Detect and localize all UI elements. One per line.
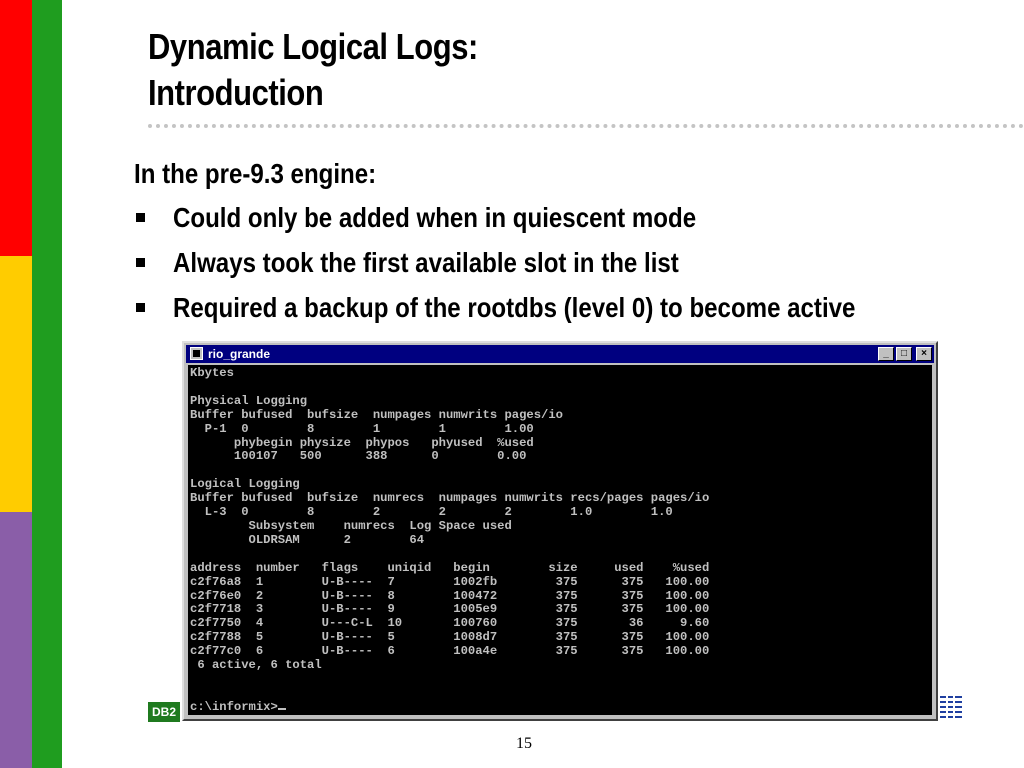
bullet-square-icon — [136, 303, 145, 312]
bullet-square-icon — [136, 258, 145, 267]
maximize-button[interactable]: □ — [896, 347, 912, 361]
window-title: rio_grande — [208, 347, 271, 361]
stripe-purple — [0, 512, 32, 768]
db2-logo: DB2 — [148, 702, 180, 722]
console-system-icon[interactable] — [190, 347, 203, 360]
stripe-yellow — [0, 256, 32, 512]
bullet-text: Always took the first available slot in … — [173, 247, 679, 278]
intro-text: In the pre-9.3 engine: — [134, 158, 377, 189]
bullet-text: Could only be added when in quiescent mo… — [173, 202, 697, 233]
console-output[interactable]: Kbytes Physical Logging Buffer bufused b… — [188, 365, 932, 715]
slide-title-line1: Dynamic Logical Logs: — [148, 26, 478, 67]
close-button[interactable]: × — [916, 347, 932, 361]
console-text: Kbytes Physical Logging Buffer bufused b… — [190, 366, 710, 714]
bullet-text: Required a backup of the rootdbs (level … — [173, 292, 856, 323]
minimize-button[interactable]: _ — [878, 347, 894, 361]
stripe-red — [0, 0, 32, 256]
window-titlebar[interactable]: rio_grande _ □ × — [186, 345, 934, 363]
console-window[interactable]: rio_grande _ □ × Kbytes Physical Logging… — [182, 341, 938, 721]
slide-title-line2: Introduction — [148, 72, 324, 113]
title-divider — [148, 124, 1024, 128]
slide-title: Dynamic Logical Logs: Introduction — [148, 24, 478, 116]
stripe-green — [32, 0, 62, 768]
page-number: 15 — [516, 735, 532, 752]
text-cursor — [277, 707, 286, 710]
bullet-square-icon — [136, 213, 145, 222]
ibm-logo-icon — [940, 694, 962, 720]
